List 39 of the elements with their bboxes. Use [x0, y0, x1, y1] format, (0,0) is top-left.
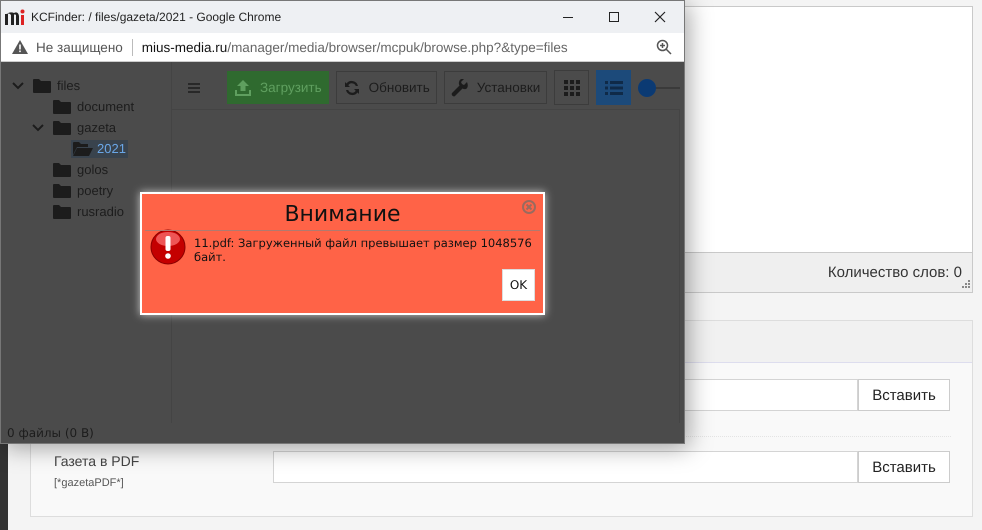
folder-icon — [53, 120, 73, 136]
wrench-icon — [450, 78, 469, 96]
ok-button[interactable]: OK — [502, 269, 535, 301]
grid-view-button[interactable] — [554, 70, 590, 105]
folder-icon — [53, 204, 73, 220]
folder-icon — [53, 98, 73, 114]
security-label: Не защищено — [36, 40, 123, 54]
slider-thumb[interactable] — [638, 78, 656, 96]
close-icon[interactable] — [654, 11, 666, 23]
maximize-icon[interactable] — [608, 11, 620, 23]
dialog-title: Внимание — [284, 202, 401, 229]
word-count: Количество слов: 0 — [828, 264, 962, 281]
open-folder-icon — [73, 140, 93, 156]
list-view-button[interactable] — [596, 70, 632, 105]
tree-item[interactable]: 2021 — [71, 140, 128, 158]
chevron-down-icon[interactable] — [12, 80, 24, 92]
insert-button[interactable]: Вставить — [858, 451, 950, 483]
grid-icon — [564, 80, 580, 96]
field-label: Газета в PDF — [54, 453, 140, 469]
folder-icon — [53, 162, 73, 178]
zoom-icon[interactable] — [656, 39, 672, 55]
dialog-message: 11.pdf: Загруженный файл превышает размер 1048576 байт. — [194, 235, 533, 264]
refresh-icon — [342, 78, 361, 96]
chevron-down-icon[interactable] — [32, 122, 44, 134]
list-icon — [604, 80, 623, 96]
url-text: mius-media.ru/manager/media/browser/mcpuk/browse.php?&type=files — [142, 40, 569, 54]
field-tag: [*gazetaPDF*] — [54, 477, 273, 489]
menu-icon[interactable] — [188, 82, 200, 92]
input-field[interactable] — [273, 451, 858, 483]
app-logo-icon — [5, 9, 25, 25]
resize-grip-icon — [960, 280, 970, 290]
address-bar[interactable]: Не защищено mius-media.ru/manager/media/browser/mcpuk/browse.php?&type=files — [1, 33, 684, 62]
window-title: KCFinder: / files/gazeta/2021 - Google Chrome — [31, 10, 282, 24]
error-icon — [150, 229, 186, 265]
folder-icon — [33, 78, 53, 94]
warning-icon — [12, 40, 28, 54]
upload-icon — [234, 78, 252, 96]
folder-icon — [53, 182, 73, 198]
insert-button[interactable]: Вставить — [858, 379, 950, 411]
